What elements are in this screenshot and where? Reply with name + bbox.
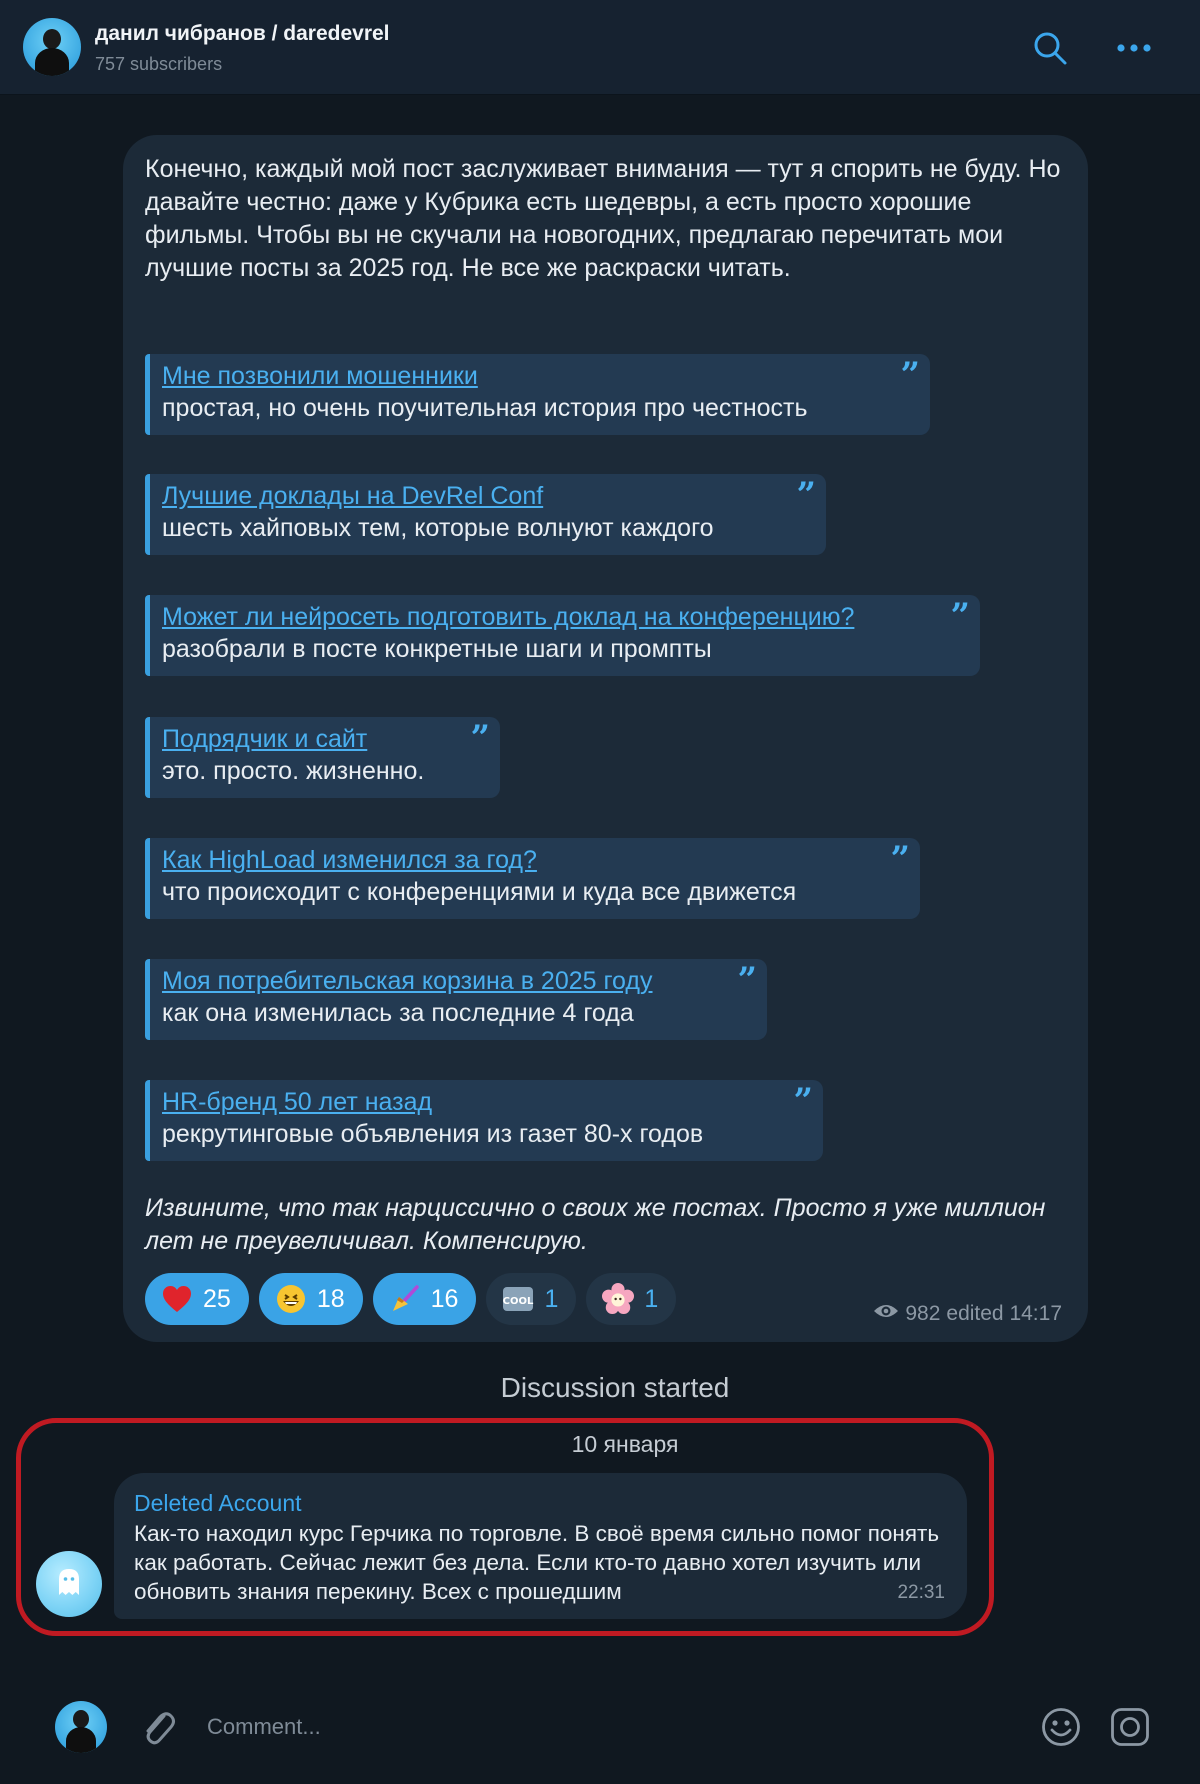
quote-title-link[interactable]: Лучшие доклады на DevRel Conf xyxy=(162,480,808,512)
ghost-icon xyxy=(56,1567,82,1602)
quote-title-link[interactable]: Мне позвонили мошенники xyxy=(162,360,912,392)
quote-description: шесть хайповых тем, которые волнуют кажд… xyxy=(162,514,714,542)
quote-link[interactable]: Как HighLoad изменился за год? что проис… xyxy=(145,838,920,919)
quote-icon: ” xyxy=(900,355,920,395)
discussion-started-label: Discussion started xyxy=(500,1372,730,1403)
search-icon[interactable] xyxy=(1030,28,1070,68)
quote-icon: ” xyxy=(890,839,910,879)
quote-icon: ” xyxy=(470,718,490,758)
quote-icon: ” xyxy=(796,475,816,515)
reaction-grinning[interactable]: 18 xyxy=(258,1273,363,1325)
quote-link[interactable]: Подрядчик и сайт это. просто. жизненно. … xyxy=(145,717,500,798)
comment-text: Как-то находил курс Герчика по торговле.… xyxy=(134,1521,940,1604)
quote-icon: ” xyxy=(950,596,970,636)
flower-icon xyxy=(602,1283,635,1315)
quote-description: как она изменилась за последние 4 года xyxy=(162,999,634,1027)
post-text: Конечно, каждый мой пост заслуживает вни… xyxy=(145,155,1061,282)
reactions-bar: 25 18 16 COOL 1 1 xyxy=(145,1273,677,1325)
quote-description: что происходит с конференциями и куда вс… xyxy=(162,878,797,906)
channel-avatar[interactable] xyxy=(23,18,81,76)
quote-description: это. просто. жизненно. xyxy=(162,757,425,785)
reaction-count: 1 xyxy=(544,1284,559,1313)
edited-time: edited 14:17 xyxy=(946,1302,1062,1325)
quote-link[interactable]: Моя потребительская корзина в 2025 году … xyxy=(145,959,767,1040)
post-meta: 982 edited 14:17 xyxy=(873,1302,1062,1326)
reaction-broom[interactable]: 16 xyxy=(372,1273,477,1325)
reaction-count: 18 xyxy=(316,1284,345,1313)
chat-header: данил чибранов / daredevrel 757 subscrib… xyxy=(0,0,1200,95)
reaction-flower[interactable]: 1 xyxy=(586,1273,677,1325)
user-avatar[interactable] xyxy=(55,1701,107,1753)
broom-icon xyxy=(389,1283,421,1315)
subscriber-count: 757 subscribers xyxy=(95,54,223,74)
quote-title-link[interactable]: HR-бренд 50 лет назад xyxy=(162,1086,805,1118)
reaction-count: 16 xyxy=(430,1284,459,1313)
comment-input[interactable] xyxy=(207,1712,807,1742)
channel-title[interactable]: данил чибранов / daredevrel xyxy=(95,22,390,46)
view-count: 982 xyxy=(905,1302,941,1325)
camera-icon[interactable] xyxy=(1108,1705,1152,1749)
quote-link[interactable]: Мне позвонили мошенники простая, но очен… xyxy=(145,354,930,435)
grinning-face-icon xyxy=(275,1283,307,1315)
reaction-heart[interactable]: 25 xyxy=(145,1273,249,1325)
quote-title-link[interactable]: Как HighLoad изменился за год? xyxy=(162,844,902,876)
quote-link[interactable]: Лучшие доклады на DevRel Conf шесть хайп… xyxy=(145,474,826,555)
reaction-cool[interactable]: COOL 1 xyxy=(486,1273,577,1325)
heart-icon xyxy=(161,1283,193,1315)
eye-icon xyxy=(873,1302,899,1326)
attach-icon[interactable] xyxy=(136,1702,180,1752)
quote-title-link[interactable]: Может ли нейросеть подготовить доклад на… xyxy=(162,601,962,633)
quote-link[interactable]: HR-бренд 50 лет назад рекрутинговые объя… xyxy=(145,1080,823,1161)
quote-description: простая, но очень поучительная история п… xyxy=(162,394,808,422)
deleted-account-avatar[interactable] xyxy=(36,1551,102,1617)
date-separator: 10 января xyxy=(571,1431,679,1457)
quote-title-link[interactable]: Подрядчик и сайт xyxy=(162,723,482,755)
more-icon[interactable] xyxy=(1112,30,1156,66)
cool-icon: COOL xyxy=(502,1283,534,1315)
reaction-count: 1 xyxy=(644,1284,659,1313)
comment-bubble[interactable]: Deleted Account Как-то находил курс Герч… xyxy=(114,1473,967,1619)
emoji-icon[interactable] xyxy=(1039,1705,1083,1749)
quote-icon: ” xyxy=(737,960,757,1000)
channel-post: Конечно, каждый мой пост заслуживает вни… xyxy=(123,135,1088,1342)
quote-title-link[interactable]: Моя потребительская корзина в 2025 году xyxy=(162,965,749,997)
quote-description: рекрутинговые объявления из газет 80-х г… xyxy=(162,1120,704,1148)
quote-link[interactable]: Может ли нейросеть подготовить доклад на… xyxy=(145,595,980,676)
comment-author[interactable]: Deleted Account xyxy=(134,1490,302,1517)
quote-description: разобрали в посте конкретные шаги и пром… xyxy=(162,635,712,663)
post-closing-text: Извините, что так нарциссично о своих же… xyxy=(145,1194,1046,1255)
svg-text:COOL: COOL xyxy=(503,1296,534,1307)
quote-icon: ” xyxy=(793,1081,813,1121)
channel-post-view: { "header": { "title": "данил чибранов /… xyxy=(0,0,1200,1784)
reaction-count: 25 xyxy=(203,1284,231,1313)
comment-time: 22:31 xyxy=(897,1582,945,1603)
